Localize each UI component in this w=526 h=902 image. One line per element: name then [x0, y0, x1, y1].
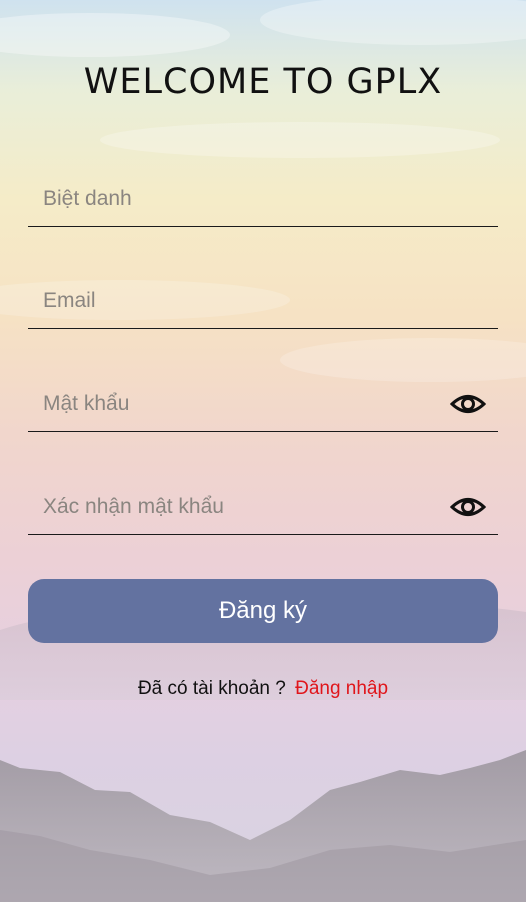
password-field-container — [28, 373, 498, 432]
login-prompt-text: Đã có tài khoản ? — [137, 678, 286, 699]
email-input[interactable] — [28, 280, 445, 322]
nickname-field-container — [28, 168, 498, 227]
login-link[interactable]: Đăng nhập — [295, 678, 388, 699]
register-screen: WELCOME TO GPLX Đăng ký Đã có tài khoản … — [0, 0, 526, 902]
eye-icon[interactable] — [450, 494, 486, 520]
password-input[interactable] — [28, 383, 445, 425]
register-button[interactable]: Đăng ký — [28, 579, 498, 643]
login-prompt: Đã có tài khoản ? Đăng nhập — [0, 678, 526, 700]
page-title: WELCOME TO GPLX — [83, 62, 443, 102]
confirm-password-input[interactable] — [28, 486, 445, 528]
email-field-container — [28, 270, 498, 329]
mountain-background — [0, 0, 526, 902]
nickname-input[interactable] — [28, 178, 445, 220]
eye-icon[interactable] — [450, 391, 486, 417]
confirm-password-field-container — [28, 476, 498, 535]
